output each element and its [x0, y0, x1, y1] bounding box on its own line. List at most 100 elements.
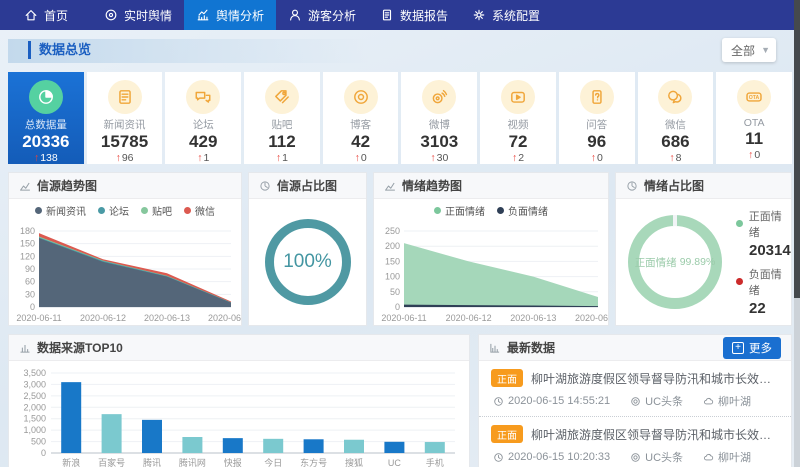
panel-title: 情绪趋势图 [402, 177, 462, 194]
page-title: 数据总览 [28, 41, 91, 59]
analysis-icon [196, 8, 210, 22]
nav-tab-舆情分析[interactable]: 舆情分析 [184, 0, 276, 30]
stat-card-OTA[interactable]: OTA OTA 11 ↑0 [716, 72, 792, 164]
tag-icon [273, 88, 291, 106]
legend-item[interactable]: 贴吧 [141, 203, 172, 218]
stat-card-微博[interactable]: 微博 3103 ↑30 [401, 72, 477, 164]
blog-icon [352, 88, 370, 106]
section-header: 数据总览 全部 ▼ [8, 38, 792, 64]
nav-tab-数据报告[interactable]: 数据报告 [368, 0, 460, 30]
donut-center-value: 99.89% [680, 256, 716, 268]
svg-text:150: 150 [385, 256, 400, 266]
panel-title: 情绪占比图 [644, 177, 704, 194]
plus-icon: + [732, 342, 744, 354]
nav-tab-系统配置[interactable]: 系统配置 [460, 0, 552, 30]
svg-text:今日: 今日 [264, 457, 282, 467]
stat-card-博客[interactable]: 博客 42 ↑0 [323, 72, 399, 164]
up-arrow-icon: ↑ [591, 152, 596, 164]
legend-item[interactable]: 新闻资讯 [35, 203, 86, 218]
svg-text:搜狐: 搜狐 [345, 457, 363, 467]
stat-card-总数据量[interactable]: 总数据量 20336 ↑138 [8, 72, 84, 164]
stat-card-微信[interactable]: 微信 686 ↑8 [638, 72, 714, 164]
nav-tab-首页[interactable]: 首页 [0, 0, 92, 30]
panel-latest-data: 最新数据 + 更多 正面 柳叶湖旅游度假区领导督导防汛和城市长效管理工作 202… [478, 334, 792, 467]
stat-card-论坛[interactable]: 论坛 429 ↑1 [165, 72, 241, 164]
positive-count: 20314 [749, 242, 791, 259]
svg-text:500: 500 [31, 437, 46, 447]
nav-tab-实时舆情[interactable]: 实时舆情 [92, 0, 184, 30]
ota-icon: OTA [745, 88, 763, 106]
more-button[interactable]: + 更多 [723, 337, 781, 359]
panel-source-trend: 信源趋势图 新闻资讯论坛贴吧微信 03060901201501802020-06… [8, 172, 242, 326]
report-icon [380, 8, 394, 22]
svg-text:2020-06-11: 2020-06-11 [16, 313, 61, 323]
news-site: 柳叶湖 [703, 449, 751, 465]
panel-top10-sources: 数据来源TOP10 05001,0001,5002,0002,5003,0003… [8, 334, 470, 467]
sentiment-badge: 正面 [491, 425, 523, 443]
legend-item-negative[interactable]: 负面情绪 22 [736, 266, 791, 317]
legend: 新闻资讯论坛贴吧微信 [9, 203, 241, 218]
news-source: UC头条 [630, 449, 683, 465]
svg-text:UC: UC [388, 458, 401, 467]
svg-text:2020-06-12: 2020-06-12 [446, 313, 492, 323]
page-scrollbar[interactable] [794, 0, 800, 467]
svg-text:180: 180 [20, 226, 35, 236]
svg-text:1,500: 1,500 [23, 414, 46, 424]
svg-text:60: 60 [25, 277, 35, 287]
up-arrow-icon: ↑ [430, 152, 435, 164]
scrollbar-thumb[interactable] [794, 0, 800, 298]
pie-chart-icon [259, 180, 271, 192]
stat-card-问答[interactable]: 问答 96 ↑0 [559, 72, 635, 164]
svg-text:百家号: 百家号 [98, 457, 125, 467]
gear-icon [472, 8, 486, 22]
top10-bar-chart: 05001,0001,5002,0002,5003,0003,500新浪微博百家… [9, 361, 469, 467]
clock-icon [493, 452, 504, 463]
svg-text:200: 200 [385, 241, 400, 251]
news-title: 柳叶湖旅游度假区领导督导防汛和城市长效管理工作 [531, 370, 779, 387]
svg-text:150: 150 [20, 239, 35, 249]
svg-text:2020-06-13: 2020-06-13 [510, 313, 556, 323]
svg-text:2020-06-11: 2020-06-11 [381, 313, 426, 323]
legend-item-positive[interactable]: 正面情绪 20314 [736, 208, 791, 259]
latest-data-list: 正面 柳叶湖旅游度假区领导督导防汛和城市长效管理工作 2020-06-15 14… [479, 361, 791, 467]
up-arrow-icon: ↑ [197, 152, 202, 164]
trend-chart-icon [384, 180, 396, 192]
legend-item[interactable]: 微信 [184, 203, 215, 218]
svg-text:东方号: 东方号 [300, 457, 327, 467]
up-arrow-icon: ↑ [276, 152, 281, 164]
svg-text:120: 120 [20, 251, 35, 261]
top-navbar: 首页实时舆情舆情分析游客分析数据报告系统配置 [0, 0, 800, 30]
trend-chart-icon [19, 180, 31, 192]
legend-item[interactable]: 负面情绪 [497, 203, 548, 218]
source-icon [630, 452, 641, 463]
panel-title: 信源趋势图 [37, 177, 97, 194]
list-item[interactable]: 正面 柳叶湖旅游度假区领导督导防汛和城市长效管理工作 2020-06-15 14… [479, 361, 791, 417]
chevron-down-icon: ▼ [761, 45, 770, 55]
svg-text:2020-06-13: 2020-06-13 [144, 313, 190, 323]
legend-item[interactable]: 正面情绪 [434, 203, 485, 218]
sentiment-badge: 正面 [491, 369, 523, 387]
eye-icon [104, 8, 118, 22]
svg-text:3,500: 3,500 [23, 368, 46, 378]
panel-title: 数据来源TOP10 [37, 339, 123, 356]
svg-text:2020-06-12: 2020-06-12 [80, 313, 126, 323]
list-item[interactable]: 正面 柳叶湖旅游度假区领导督导防汛和城市长效管理工作 2020-06-15 10… [479, 417, 791, 467]
stat-card-视频[interactable]: 视频 72 ↑2 [480, 72, 556, 164]
nav-tab-游客分析[interactable]: 游客分析 [276, 0, 368, 30]
svg-text:新浪: 新浪 [62, 457, 80, 467]
donut-gap [673, 215, 677, 226]
up-arrow-icon: ↑ [748, 149, 753, 161]
svg-text:1,000: 1,000 [23, 425, 46, 435]
legend-item[interactable]: 论坛 [98, 203, 129, 218]
donut-center-label: 100% [283, 251, 332, 273]
qa-icon [588, 88, 606, 106]
svg-text:2,500: 2,500 [23, 391, 46, 401]
panel-sentiment-trend: 情绪趋势图 正面情绪负面情绪 0501001502002502020-06-11… [373, 172, 609, 326]
site-icon [703, 452, 714, 463]
stat-card-新闻资讯[interactable]: 新闻资讯 15785 ↑96 [87, 72, 163, 164]
source-share-donut: 100% [265, 219, 351, 305]
svg-text:0: 0 [30, 302, 35, 312]
weibo-icon [430, 88, 448, 106]
stat-card-贴吧[interactable]: 贴吧 112 ↑1 [244, 72, 320, 164]
scope-filter-dropdown[interactable]: 全部 ▼ [722, 38, 776, 62]
